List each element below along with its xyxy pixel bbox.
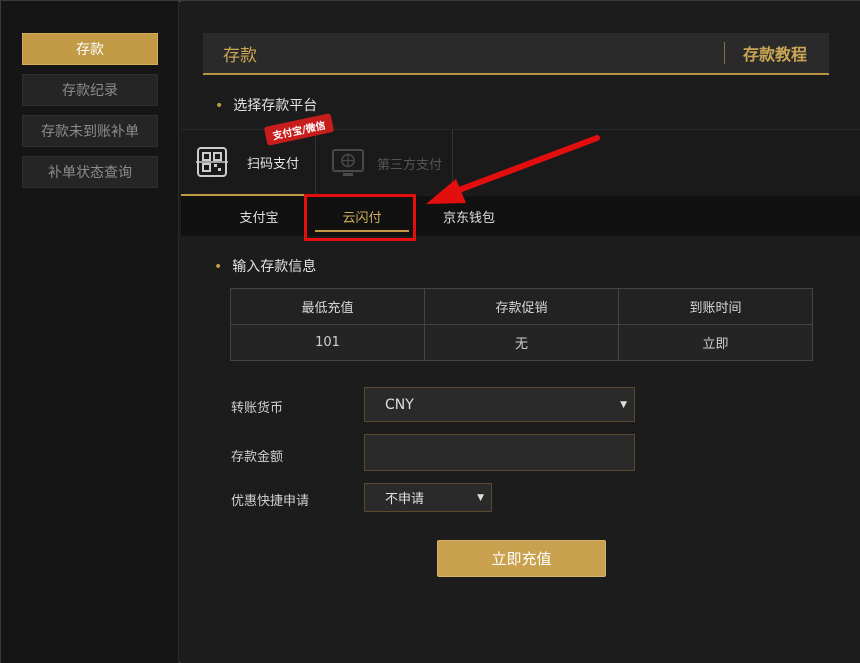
amount-label: 存款金额 (231, 450, 284, 465)
column-header-min-deposit: 最低充值 (230, 288, 425, 325)
page-title: 存款 (223, 45, 257, 66)
promotion-value: 无 (424, 324, 619, 361)
payment-subtabs: 支付宝 云闪付 京东钱包 (181, 196, 860, 236)
platform-third-party[interactable]: 第三方支付 (317, 130, 453, 196)
main-panel: 存款 存款教程 选择存款平台 扫码支付 支付宝/微信 (181, 1, 860, 663)
page-header: 存款 存款教程 (203, 33, 829, 75)
deposit-submit-button[interactable]: 立即充值 (437, 540, 606, 577)
annotation-highlight-box (304, 194, 416, 241)
chevron-down-icon: ▼ (477, 492, 484, 503)
currency-label: 转账货币 (231, 401, 284, 416)
column-header-promotion: 存款促销 (424, 288, 619, 325)
deposit-info-table: 最低充值 存款促销 到账时间 101 无 立即 (230, 288, 813, 361)
sidebar-item-ticket-status[interactable]: 补单状态查询 (22, 156, 158, 188)
deposit-info-section-title: 输入存款信息 (214, 256, 316, 276)
platform-scan-pay-label: 扫码支付 (247, 156, 300, 172)
column-header-arrival-time: 到账时间 (618, 288, 813, 325)
sidebar: 存款 存款纪录 存款未到账补单 补单状态查询 (1, 1, 179, 663)
sidebar-item-deposit[interactable]: 存款 (22, 33, 158, 65)
promo-quick-apply-select[interactable]: 不申请 ▼ (364, 483, 492, 512)
currency-select-value: CNY (385, 396, 414, 413)
platform-scan-pay[interactable]: 扫码支付 支付宝/微信 (181, 113, 334, 196)
platform-selector: 扫码支付 支付宝/微信 第三方支付 (181, 113, 860, 196)
subtab-jd-wallet[interactable]: 京东钱包 (429, 196, 509, 236)
qr-code-icon (196, 147, 228, 177)
deposit-amount-input[interactable] (364, 434, 635, 471)
table-header-row: 最低充值 存款促销 到账时间 (230, 288, 813, 325)
monitor-globe-icon (332, 149, 364, 176)
sidebar-item-deposit-records[interactable]: 存款纪录 (22, 74, 158, 106)
promo-select-value: 不申请 (385, 492, 425, 507)
subtab-alipay[interactable]: 支付宝 (219, 196, 299, 236)
table-row: 101 无 立即 (230, 324, 813, 361)
promo-quick-apply-label: 优惠快捷申请 (231, 494, 310, 509)
arrival-time-value: 立即 (618, 324, 813, 361)
platform-third-party-label: 第三方支付 (377, 157, 443, 173)
sidebar-item-missing-deposit[interactable]: 存款未到账补单 (22, 115, 158, 147)
currency-select[interactable]: CNY ▼ (364, 387, 635, 422)
deposit-tutorial-link[interactable]: 存款教程 (725, 41, 829, 65)
platform-section-title: 选择存款平台 (215, 95, 317, 115)
chevron-down-icon: ▼ (620, 399, 627, 410)
min-deposit-value: 101 (230, 324, 425, 361)
page: 存款 存款纪录 存款未到账补单 补单状态查询 存款 存款教程 选择存款平台 (0, 0, 860, 663)
